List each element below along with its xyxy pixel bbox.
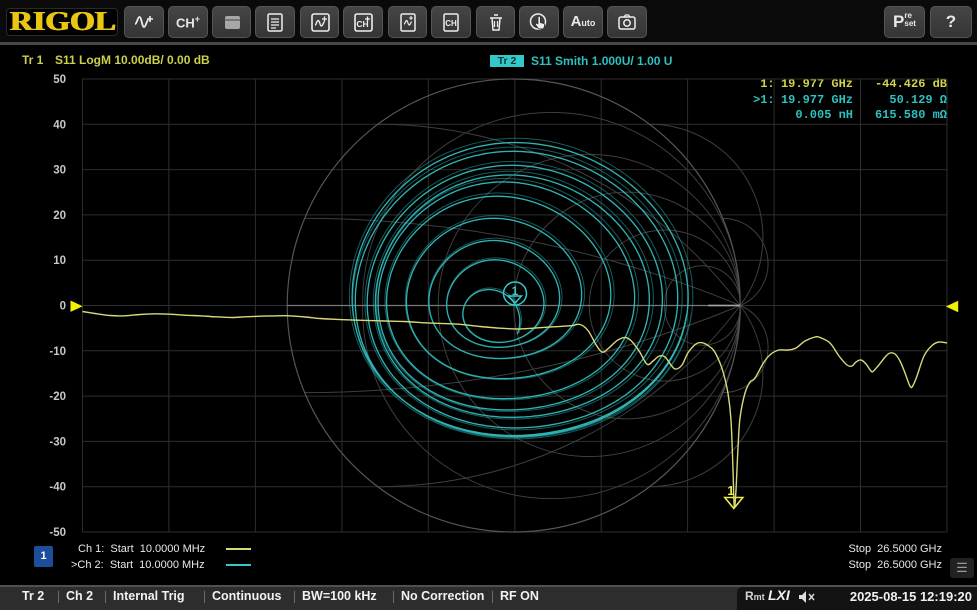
svg-text:50: 50 [53,74,66,86]
svg-text:-10: -10 [49,346,66,358]
svg-text:-50: -50 [49,527,66,539]
svg-text:10: 10 [53,255,66,267]
svg-text:1: 1 [727,484,734,498]
svg-text:40: 40 [53,119,66,131]
svg-text:20: 20 [53,210,66,222]
svg-text:-40: -40 [49,482,66,494]
svg-text:-30: -30 [49,436,66,448]
svg-text:0: 0 [60,301,66,313]
svg-text:30: 30 [53,165,66,177]
svg-text:-20: -20 [49,391,66,403]
